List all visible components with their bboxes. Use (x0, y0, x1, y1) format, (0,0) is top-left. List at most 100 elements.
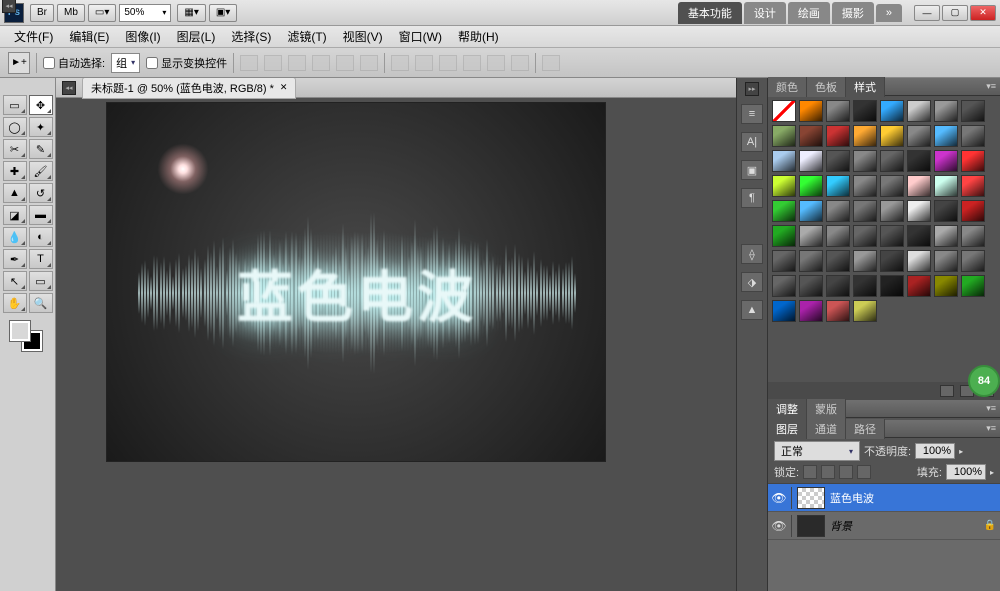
style-swatch[interactable] (907, 100, 931, 122)
layers-tab[interactable]: 图层 (768, 419, 807, 439)
style-swatch[interactable] (826, 275, 850, 297)
minimize-button[interactable]: — (914, 5, 940, 21)
style-swatch[interactable] (880, 200, 904, 222)
style-swatch[interactable] (853, 225, 877, 247)
blend-mode-dropdown[interactable]: 正常 (774, 441, 860, 461)
align-icon[interactable] (264, 55, 282, 71)
distribute-icon[interactable] (487, 55, 505, 71)
style-swatch[interactable] (880, 100, 904, 122)
pen-tool[interactable]: ✒ (3, 249, 27, 269)
history-brush-tool[interactable]: ↺ (29, 183, 53, 203)
style-swatch[interactable] (799, 125, 823, 147)
style-swatch[interactable] (826, 125, 850, 147)
align-icon[interactable] (360, 55, 378, 71)
lock-pixels-icon[interactable] (821, 465, 835, 479)
lock-all-icon[interactable] (857, 465, 871, 479)
expand-icon[interactable]: ▸▸ (745, 82, 759, 96)
swatches-tab[interactable]: 色板 (807, 77, 846, 97)
document-tab[interactable]: 未标题-1 @ 50% (蓝色电波, RGB/8) * ✕ (82, 78, 296, 99)
style-swatch[interactable] (772, 200, 796, 222)
nav-panel-icon[interactable]: ⟠ (741, 244, 763, 264)
collapse-icon[interactable]: ◂◂ (62, 81, 76, 95)
paths-tab[interactable]: 路径 (846, 419, 885, 439)
style-swatch[interactable] (799, 100, 823, 122)
marquee-tool[interactable]: ▭ (3, 95, 27, 115)
distribute-icon[interactable] (391, 55, 409, 71)
layer-row[interactable]: 👁 背景 🔒 (768, 512, 1000, 540)
menu-image[interactable]: 图像(I) (117, 26, 168, 47)
style-swatch[interactable] (880, 275, 904, 297)
maximize-button[interactable]: ▢ (942, 5, 968, 21)
style-swatch[interactable] (961, 100, 985, 122)
style-swatch[interactable] (961, 200, 985, 222)
style-swatch[interactable] (934, 200, 958, 222)
style-swatch[interactable] (799, 275, 823, 297)
style-swatch[interactable] (934, 150, 958, 172)
menu-select[interactable]: 选择(S) (223, 26, 279, 47)
clear-style-icon[interactable] (940, 385, 954, 397)
lock-transparency-icon[interactable] (803, 465, 817, 479)
style-swatch[interactable] (772, 225, 796, 247)
style-swatch[interactable] (853, 125, 877, 147)
menu-filter[interactable]: 滤镜(T) (279, 26, 334, 47)
extras-button[interactable]: ▣▾ (209, 4, 237, 22)
notification-badge[interactable]: 84 (968, 365, 1000, 397)
style-swatch[interactable] (934, 100, 958, 122)
style-swatch[interactable] (880, 225, 904, 247)
eraser-tool[interactable]: ◪ (3, 205, 27, 225)
style-swatch[interactable] (826, 300, 850, 322)
bridge-button[interactable]: Br (30, 4, 54, 22)
style-swatch[interactable] (799, 200, 823, 222)
distribute-icon[interactable] (439, 55, 457, 71)
style-swatch[interactable] (799, 150, 823, 172)
screenmode-button[interactable]: ▭▾ (88, 4, 116, 22)
style-swatch[interactable] (961, 250, 985, 272)
distribute-icon[interactable] (463, 55, 481, 71)
lasso-tool[interactable]: ◯ (3, 117, 27, 137)
fill-field[interactable]: 100% (946, 464, 986, 480)
style-swatch[interactable] (826, 250, 850, 272)
style-swatch[interactable] (934, 125, 958, 147)
style-swatch[interactable] (880, 150, 904, 172)
current-tool-icon[interactable]: ►+ (8, 52, 30, 74)
layer-name[interactable]: 背景 (830, 518, 852, 534)
distribute-icon[interactable] (511, 55, 529, 71)
style-swatch[interactable] (799, 300, 823, 322)
color-picker[interactable] (2, 321, 53, 355)
channels-tab[interactable]: 通道 (807, 419, 846, 439)
canvas[interactable]: 蓝色电波 (106, 102, 606, 462)
style-swatch[interactable] (826, 175, 850, 197)
style-swatch[interactable] (934, 250, 958, 272)
lock-position-icon[interactable] (839, 465, 853, 479)
brush-panel-icon[interactable]: ≡ (741, 104, 763, 124)
panel-menu-icon[interactable]: ▾≡ (986, 423, 996, 434)
style-swatch[interactable] (853, 250, 877, 272)
menu-view[interactable]: 视图(V) (335, 26, 391, 47)
visibility-icon[interactable]: 👁 (772, 519, 786, 533)
style-swatch[interactable] (799, 175, 823, 197)
style-swatch[interactable] (934, 175, 958, 197)
styles-tab[interactable]: 样式 (846, 77, 885, 97)
style-swatch[interactable] (853, 300, 877, 322)
layer-thumbnail[interactable] (797, 487, 825, 509)
menu-layer[interactable]: 图层(L) (169, 26, 224, 47)
style-swatch[interactable] (772, 250, 796, 272)
menu-help[interactable]: 帮助(H) (450, 26, 507, 47)
path-tool[interactable]: ↖ (3, 271, 27, 291)
hand-tool[interactable]: ✋ (3, 293, 27, 313)
style-swatch[interactable] (826, 200, 850, 222)
arrange-button[interactable]: ▦▾ (177, 4, 205, 22)
style-swatch[interactable] (853, 150, 877, 172)
style-swatch[interactable] (880, 125, 904, 147)
style-swatch[interactable] (961, 225, 985, 247)
style-swatch[interactable] (907, 250, 931, 272)
style-swatch[interactable] (907, 150, 931, 172)
menu-edit[interactable]: 编辑(E) (61, 26, 117, 47)
minibridge-button[interactable]: Mb (57, 4, 85, 22)
style-swatch[interactable] (853, 200, 877, 222)
gradient-tool[interactable]: ▬ (29, 205, 53, 225)
histogram-panel-icon[interactable]: ⬗ (741, 272, 763, 292)
style-swatch[interactable] (853, 100, 877, 122)
color-tab[interactable]: 颜色 (768, 77, 807, 97)
auto-select-checkbox[interactable]: 自动选择: (43, 55, 105, 71)
